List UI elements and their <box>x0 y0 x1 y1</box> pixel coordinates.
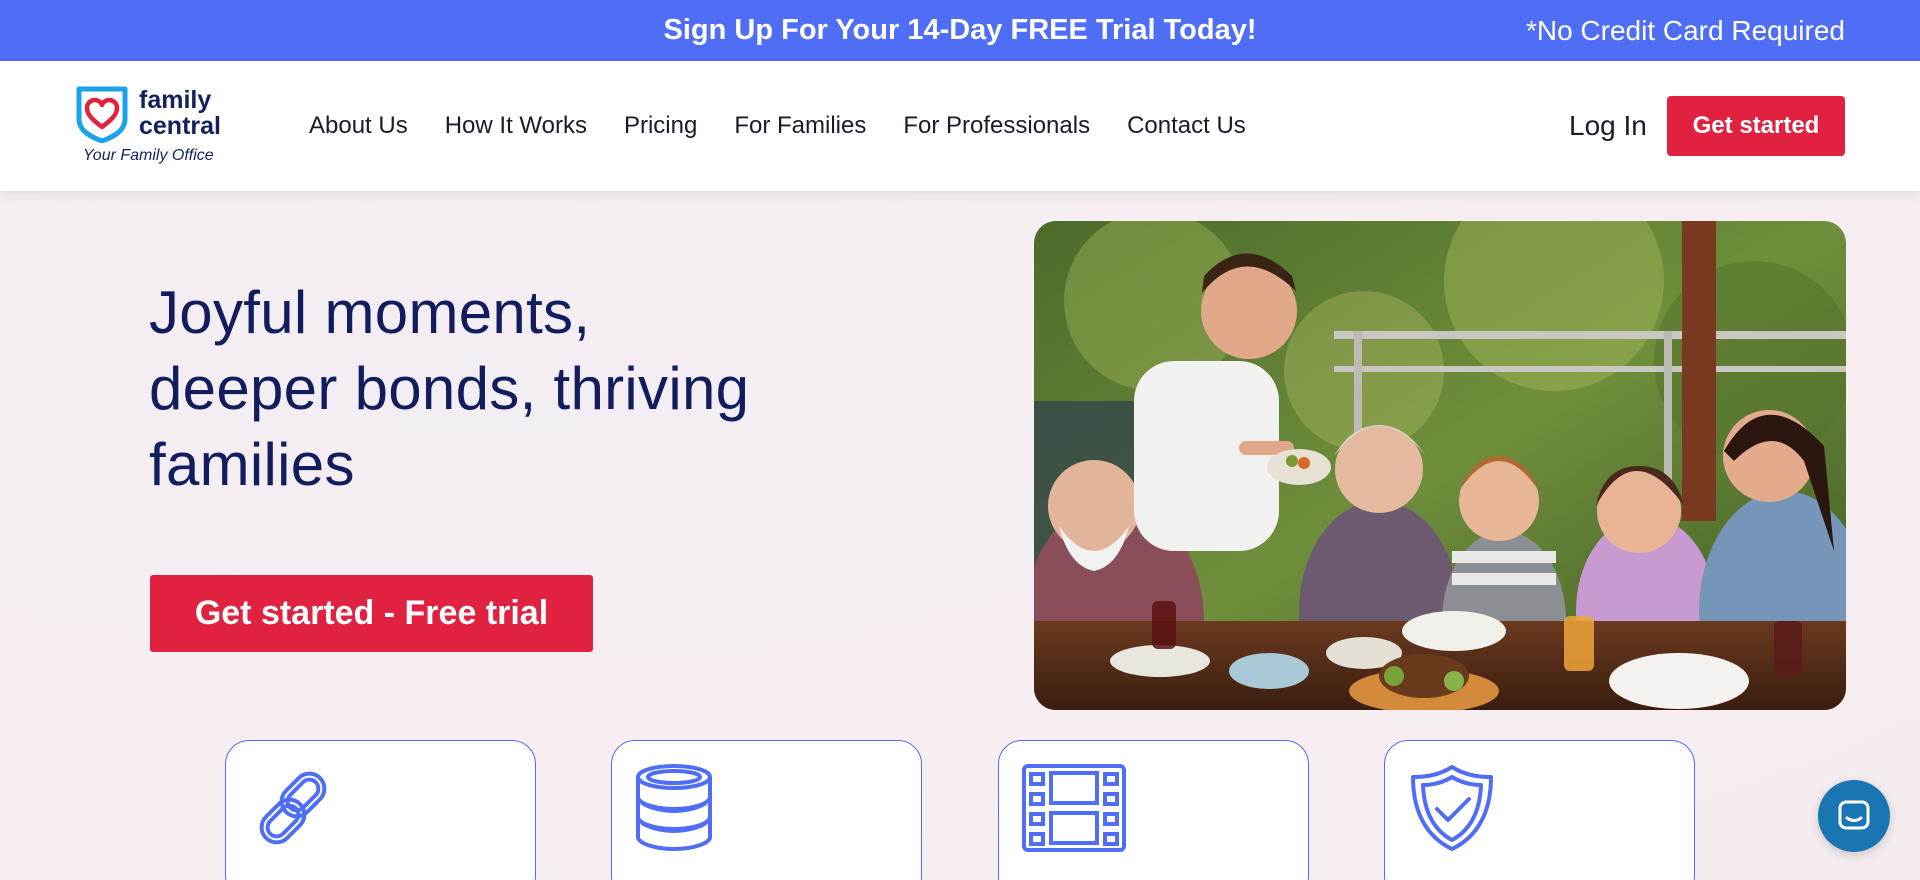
promo-bar[interactable]: Sign Up For Your 14-Day FREE Trial Today… <box>0 0 1920 61</box>
brand-wordmark: family central <box>139 87 249 139</box>
heart-shield-icon <box>76 86 128 143</box>
nav-about-us[interactable]: About Us <box>309 112 408 140</box>
site-header: family central Your Family Office About … <box>0 61 1920 191</box>
shield-check-icon <box>1411 765 1493 851</box>
feature-card-database[interactable] <box>611 740 922 880</box>
login-link[interactable]: Log In <box>1569 61 1647 191</box>
chat-launcher-button[interactable] <box>1818 780 1890 852</box>
main-nav: About Us How It Works Pricing For Famili… <box>309 61 1283 191</box>
nav-how-it-works[interactable]: How It Works <box>445 112 587 140</box>
link-icon <box>259 771 327 845</box>
hero-title-line-2: deeper bonds, thriving <box>149 355 750 422</box>
hero-title-line-3: families <box>149 431 355 498</box>
nav-for-families[interactable]: For Families <box>734 112 866 140</box>
feature-card-security[interactable] <box>1384 740 1695 880</box>
family-dinner-illustration <box>1034 221 1846 710</box>
nav-pricing[interactable]: Pricing <box>624 112 697 140</box>
family-dinner-photo <box>1034 221 1846 710</box>
feature-card-film[interactable] <box>998 740 1309 880</box>
film-icon <box>1022 764 1126 852</box>
chat-icon <box>1838 800 1870 830</box>
hero-title: Joyful moments, deeper bonds, thriving f… <box>149 275 869 503</box>
brand-line-1: family <box>139 86 212 114</box>
get-started-button[interactable]: Get started <box>1667 96 1845 156</box>
database-icon <box>636 764 712 852</box>
feature-card-link[interactable] <box>225 740 536 880</box>
nav-for-professionals[interactable]: For Professionals <box>903 112 1090 140</box>
hero-title-line-1: Joyful moments, <box>149 279 591 346</box>
brand-line-2: central <box>139 112 221 140</box>
free-trial-button[interactable]: Get started - Free trial <box>150 575 593 652</box>
brand-tagline: Your Family Office <box>83 147 214 164</box>
promo-note: *No Credit Card Required <box>1525 15 1845 46</box>
brand-logo[interactable]: family central Your Family Office <box>75 85 235 169</box>
nav-contact-us[interactable]: Contact Us <box>1127 112 1246 140</box>
